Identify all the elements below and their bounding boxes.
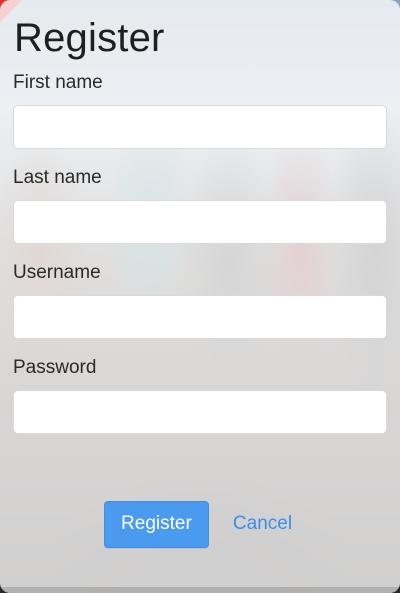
first-name-input[interactable] — [13, 105, 387, 149]
page-title: Register — [14, 16, 165, 60]
username-label: Username — [13, 262, 101, 283]
last-name-label: Last name — [13, 167, 102, 188]
password-field-group: Password — [13, 357, 388, 434]
cancel-link[interactable]: Cancel — [231, 505, 294, 543]
username-input[interactable] — [13, 295, 387, 339]
username-field-group: Username — [13, 262, 388, 339]
register-button[interactable]: Register — [103, 500, 209, 548]
first-name-label: First name — [13, 72, 103, 93]
last-name-input[interactable] — [13, 200, 387, 244]
password-label: Password — [13, 357, 97, 378]
last-name-field-group: Last name — [13, 167, 388, 244]
form-actions: Register Cancel — [0, 500, 400, 548]
password-input[interactable] — [13, 390, 387, 434]
bottom-strip — [0, 587, 400, 593]
first-name-field-group: First name — [13, 72, 388, 149]
